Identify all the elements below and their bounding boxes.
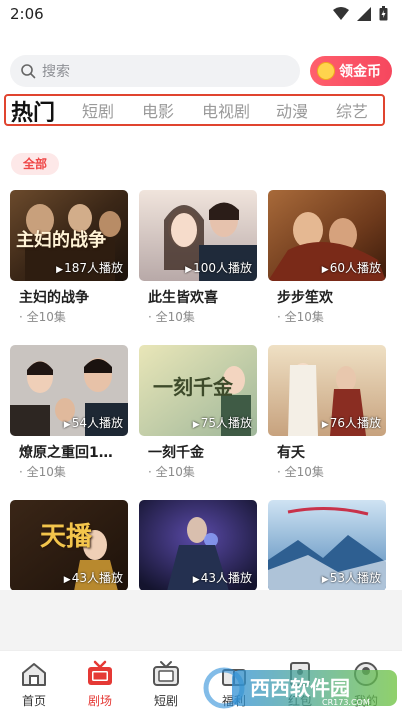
drama-poster: ▶43人播放	[139, 500, 257, 591]
episode-count: · 全10集	[19, 310, 66, 324]
drama-poster: ▶60人播放	[268, 190, 386, 281]
filter-all-chip[interactable]: 全部	[11, 153, 59, 175]
wifi-icon	[333, 6, 349, 20]
nav-short-drama[interactable]: 短剧	[136, 659, 196, 709]
play-icon: ▶	[185, 265, 193, 275]
episode-count: · 全10集	[277, 465, 324, 479]
play-icon: ▶	[321, 575, 329, 585]
play-icon: ▶	[321, 420, 329, 430]
watermark-logo: 西西软件园 CR173.COM	[203, 667, 397, 709]
drama-title: 有夭	[277, 445, 305, 461]
search-input[interactable]: 搜索	[10, 55, 300, 87]
nav-theater[interactable]: 剧场	[70, 659, 130, 709]
play-count: ▶76人播放	[321, 416, 381, 430]
play-count: ▶53人播放	[321, 571, 381, 585]
home-icon	[22, 663, 46, 686]
drama-poster: ▶100人播放	[139, 190, 257, 281]
tab-short-drama[interactable]: 短剧	[82, 98, 114, 122]
battery-icon	[379, 6, 388, 21]
nav-home[interactable]: 首页	[4, 659, 64, 709]
drama-title: 主妇的战争	[19, 290, 89, 306]
poster-title-text: 主妇的战争	[16, 230, 106, 251]
play-icon: ▶	[192, 420, 200, 430]
search-row: 搜索 领金币	[10, 55, 392, 89]
tab-hot[interactable]: 热门	[11, 95, 55, 127]
category-tabs: 热门 短剧 电影 电视剧 动漫 综艺	[4, 94, 385, 126]
signal-icon	[357, 6, 371, 21]
episode-count: · 全10集	[277, 310, 324, 324]
episode-count: · 全10集	[148, 310, 195, 324]
play-icon: ▶	[63, 575, 71, 585]
status-time: 2:06	[10, 5, 44, 23]
play-count: ▶75人播放	[192, 416, 252, 430]
play-count: ▶43人播放	[192, 571, 252, 585]
drama-poster: ▶54人播放	[10, 345, 128, 436]
play-icon: ▶	[321, 265, 329, 275]
drama-poster: ▶53人播放	[268, 500, 386, 591]
coin-icon	[317, 62, 335, 80]
theater-icon	[88, 660, 112, 685]
drama-title: 步步笙欢	[277, 290, 333, 306]
play-count: ▶100人播放	[185, 261, 252, 275]
tab-tv-series[interactable]: 电视剧	[202, 98, 250, 122]
watermark-subtext: CR173.COM	[322, 698, 370, 707]
play-count: ▶54人播放	[63, 416, 123, 430]
play-icon: ▶	[56, 265, 64, 275]
drama-poster: ▶76人播放	[268, 345, 386, 436]
content-footer-background	[0, 590, 402, 650]
episode-count: · 全10集	[148, 465, 195, 479]
drama-poster: 主妇的战争 ▶187人播放	[10, 190, 128, 281]
play-icon: ▶	[192, 575, 200, 585]
tab-anime[interactable]: 动漫	[276, 98, 308, 122]
play-icon: ▶	[63, 420, 71, 430]
play-count: ▶60人播放	[321, 261, 381, 275]
search-icon	[21, 64, 36, 79]
play-count: ▶187人播放	[56, 261, 123, 275]
tab-movie[interactable]: 电影	[142, 98, 174, 122]
drama-poster: 天播 ▶43人播放	[10, 500, 128, 591]
drama-poster: 一刻千金 ▶75人播放	[139, 345, 257, 436]
status-icons	[333, 6, 388, 21]
search-placeholder: 搜索	[42, 64, 70, 80]
tv-icon	[153, 661, 179, 686]
drama-title: 此生皆欢喜	[148, 290, 218, 306]
status-bar: 2:06	[0, 0, 402, 30]
play-count: ▶43人播放	[63, 571, 123, 585]
poster-title-text: 一刻千金	[153, 375, 233, 399]
episode-count: · 全10集	[19, 465, 66, 479]
drama-title: 燎原之重回1…	[19, 445, 113, 461]
claim-coins-button[interactable]: 领金币	[310, 56, 392, 86]
watermark-text: 西西软件园	[250, 676, 350, 700]
claim-coins-label: 领金币	[339, 64, 381, 80]
drama-title: 一刻千金	[148, 445, 204, 461]
poster-title-text: 天播	[40, 522, 93, 552]
tab-variety[interactable]: 综艺	[336, 98, 368, 122]
